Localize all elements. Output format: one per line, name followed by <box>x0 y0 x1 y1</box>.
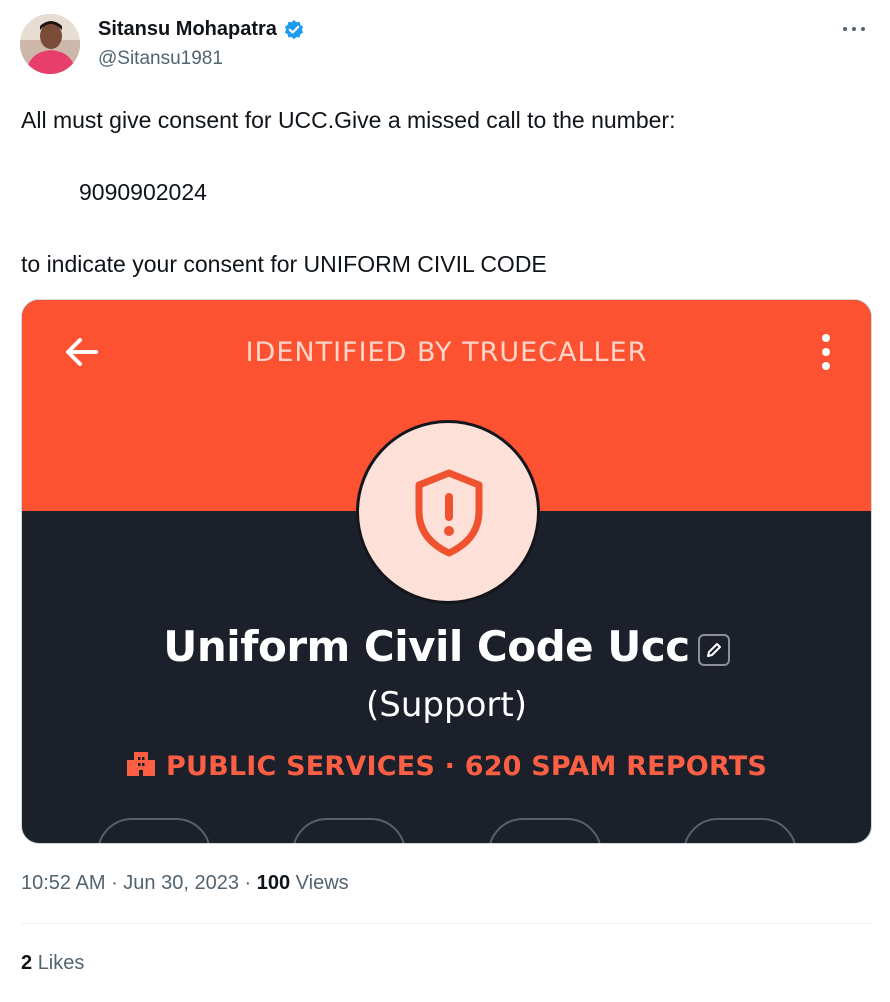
caller-subtitle: (Support) <box>366 685 527 725</box>
tweet-time[interactable]: 10:52 AM <box>21 872 106 894</box>
building-icon <box>126 750 156 783</box>
tweet-text-line: to indicate your consent for UNIFORM CIV… <box>21 251 547 277</box>
kebab-menu-icon <box>821 334 831 370</box>
truecaller-title: IDENTIFIED BY TRUECALLER <box>245 337 648 368</box>
pencil-edit-icon <box>697 633 730 666</box>
separator: · <box>244 872 257 894</box>
verified-badge-icon <box>283 19 305 41</box>
more-options-icon[interactable] <box>840 18 868 40</box>
likes-link[interactable]: 2 Likes <box>21 952 84 975</box>
shield-warning-icon <box>415 469 483 557</box>
likes-count: 2 <box>21 952 33 974</box>
tweet-phone-number: 9090902024 <box>79 179 207 205</box>
views-count: 100 <box>256 872 291 894</box>
tweet-date[interactable]: Jun 30, 2023 <box>123 872 239 894</box>
tweet-text-line: All must give consent for UCC.Give a mis… <box>21 107 676 133</box>
caller-name: Uniform Civil Code Ucc <box>163 622 690 671</box>
user-handle[interactable]: @Sitansu1981 <box>98 48 223 70</box>
action-button <box>292 818 406 843</box>
likes-label: Likes <box>37 952 85 974</box>
divider <box>21 923 872 924</box>
tweet-media-image[interactable]: IDENTIFIED BY TRUECALLER Uniform Civil C… <box>21 299 872 844</box>
tweet-header: Sitansu Mohapatra @Sitansu1981 <box>20 12 872 78</box>
action-button <box>488 818 602 843</box>
display-name[interactable]: Sitansu Mohapatra <box>98 18 277 41</box>
shield-badge <box>356 420 540 604</box>
views-label: Views <box>295 872 349 894</box>
tweet-meta: 10:52 AM · Jun 30, 2023 · 100 Views <box>21 872 349 895</box>
separator: · <box>111 872 124 894</box>
action-button <box>97 818 211 843</box>
action-button <box>683 818 797 843</box>
avatar[interactable] <box>20 14 80 74</box>
spam-label: PUBLIC SERVICES · 620 SPAM REPORTS <box>165 751 768 782</box>
